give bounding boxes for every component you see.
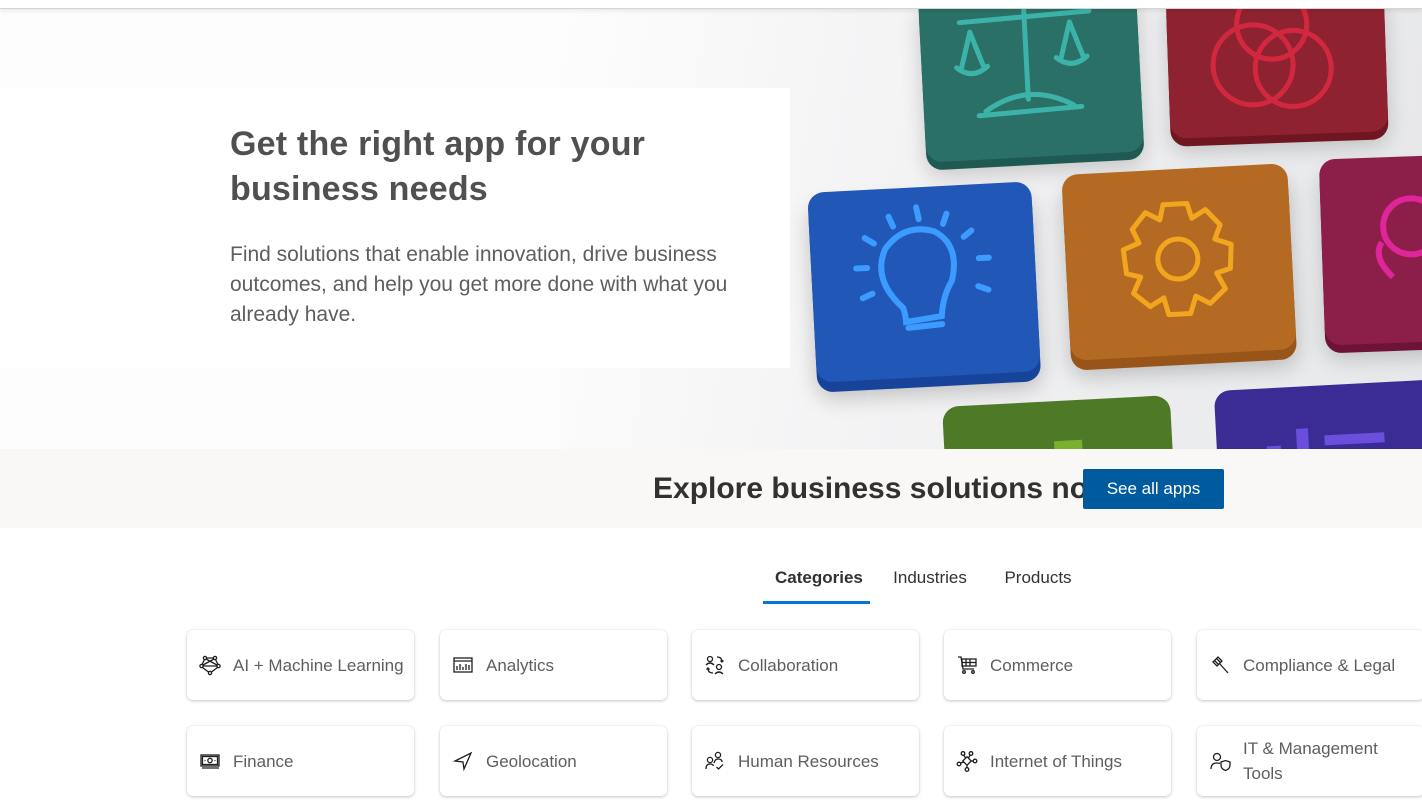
hero-section xyxy=(0,9,1422,449)
category-card-geolocation[interactable]: Geolocation xyxy=(440,726,667,796)
person-shield-icon xyxy=(1209,750,1231,772)
people-check-icon xyxy=(704,750,726,772)
category-card-collaboration[interactable]: Collaboration xyxy=(692,630,919,700)
tab-categories[interactable]: Categories xyxy=(763,562,870,604)
page-top-edge xyxy=(0,0,1422,9)
category-label: Internet of Things xyxy=(990,751,1122,771)
hero-tile-gear xyxy=(1061,163,1297,361)
category-card-internet-of-things[interactable]: Internet of Things xyxy=(944,726,1171,796)
category-label: Human Resources xyxy=(738,751,879,771)
collaboration-icon xyxy=(704,654,726,676)
category-card-ai-machine-learning[interactable]: AI + Machine Learning xyxy=(187,630,414,700)
category-label: IT & Management Tools xyxy=(1243,739,1378,783)
hero-tile-person xyxy=(1318,154,1422,346)
category-label: Collaboration xyxy=(738,655,839,675)
category-card-commerce[interactable]: Commerce xyxy=(944,630,1171,700)
money-icon xyxy=(199,750,221,772)
category-label: Geolocation xyxy=(486,751,577,771)
hero-tile-currency xyxy=(1165,9,1389,139)
category-tabs: Categories Industries Products xyxy=(763,562,1086,604)
person-icon xyxy=(1375,195,1422,280)
category-card-finance[interactable]: Finance xyxy=(187,726,414,796)
lightbulb-icon xyxy=(853,204,992,331)
tab-industries[interactable]: Industries xyxy=(870,562,990,604)
analytics-chart-icon xyxy=(452,654,474,676)
category-label: Compliance & Legal xyxy=(1243,655,1396,675)
gavel-icon xyxy=(1209,654,1231,676)
see-all-apps-button[interactable]: See all apps xyxy=(1083,469,1224,509)
category-label: Analytics xyxy=(486,655,555,675)
category-label: Finance xyxy=(233,751,294,771)
scales-icon xyxy=(954,9,1092,119)
neural-network-icon xyxy=(199,654,221,676)
hero-title: Get the right app for your business need… xyxy=(230,125,646,208)
hero-tile-lightbulb xyxy=(807,181,1041,383)
iot-hub-icon xyxy=(956,750,978,772)
category-card-analytics[interactable]: Analytics xyxy=(440,630,667,700)
category-card-human-resources[interactable]: Human Resources xyxy=(692,726,919,796)
explore-title: Explore business solutions now xyxy=(653,472,1112,505)
hero-tile-chart xyxy=(1213,379,1422,449)
plant-icon xyxy=(1054,439,1084,449)
category-card-compliance-legal[interactable]: Compliance & Legal xyxy=(1197,630,1422,700)
hero-tile-scales xyxy=(917,9,1145,163)
chart-icon xyxy=(1266,428,1385,449)
category-label: AI + Machine Learning xyxy=(233,655,404,675)
hero-tile-plant xyxy=(942,395,1174,449)
category-label: Commerce xyxy=(990,655,1074,675)
currency-icon xyxy=(1210,9,1334,109)
tab-products[interactable]: Products xyxy=(990,562,1086,604)
category-card-it-management-tools[interactable]: IT & Management Tools xyxy=(1197,726,1422,796)
shopping-cart-icon xyxy=(956,654,978,676)
hero-subtitle: Find solutions that enable innovation, d… xyxy=(230,243,728,326)
navigation-arrow-icon xyxy=(452,750,474,772)
gear-icon xyxy=(1120,201,1234,318)
